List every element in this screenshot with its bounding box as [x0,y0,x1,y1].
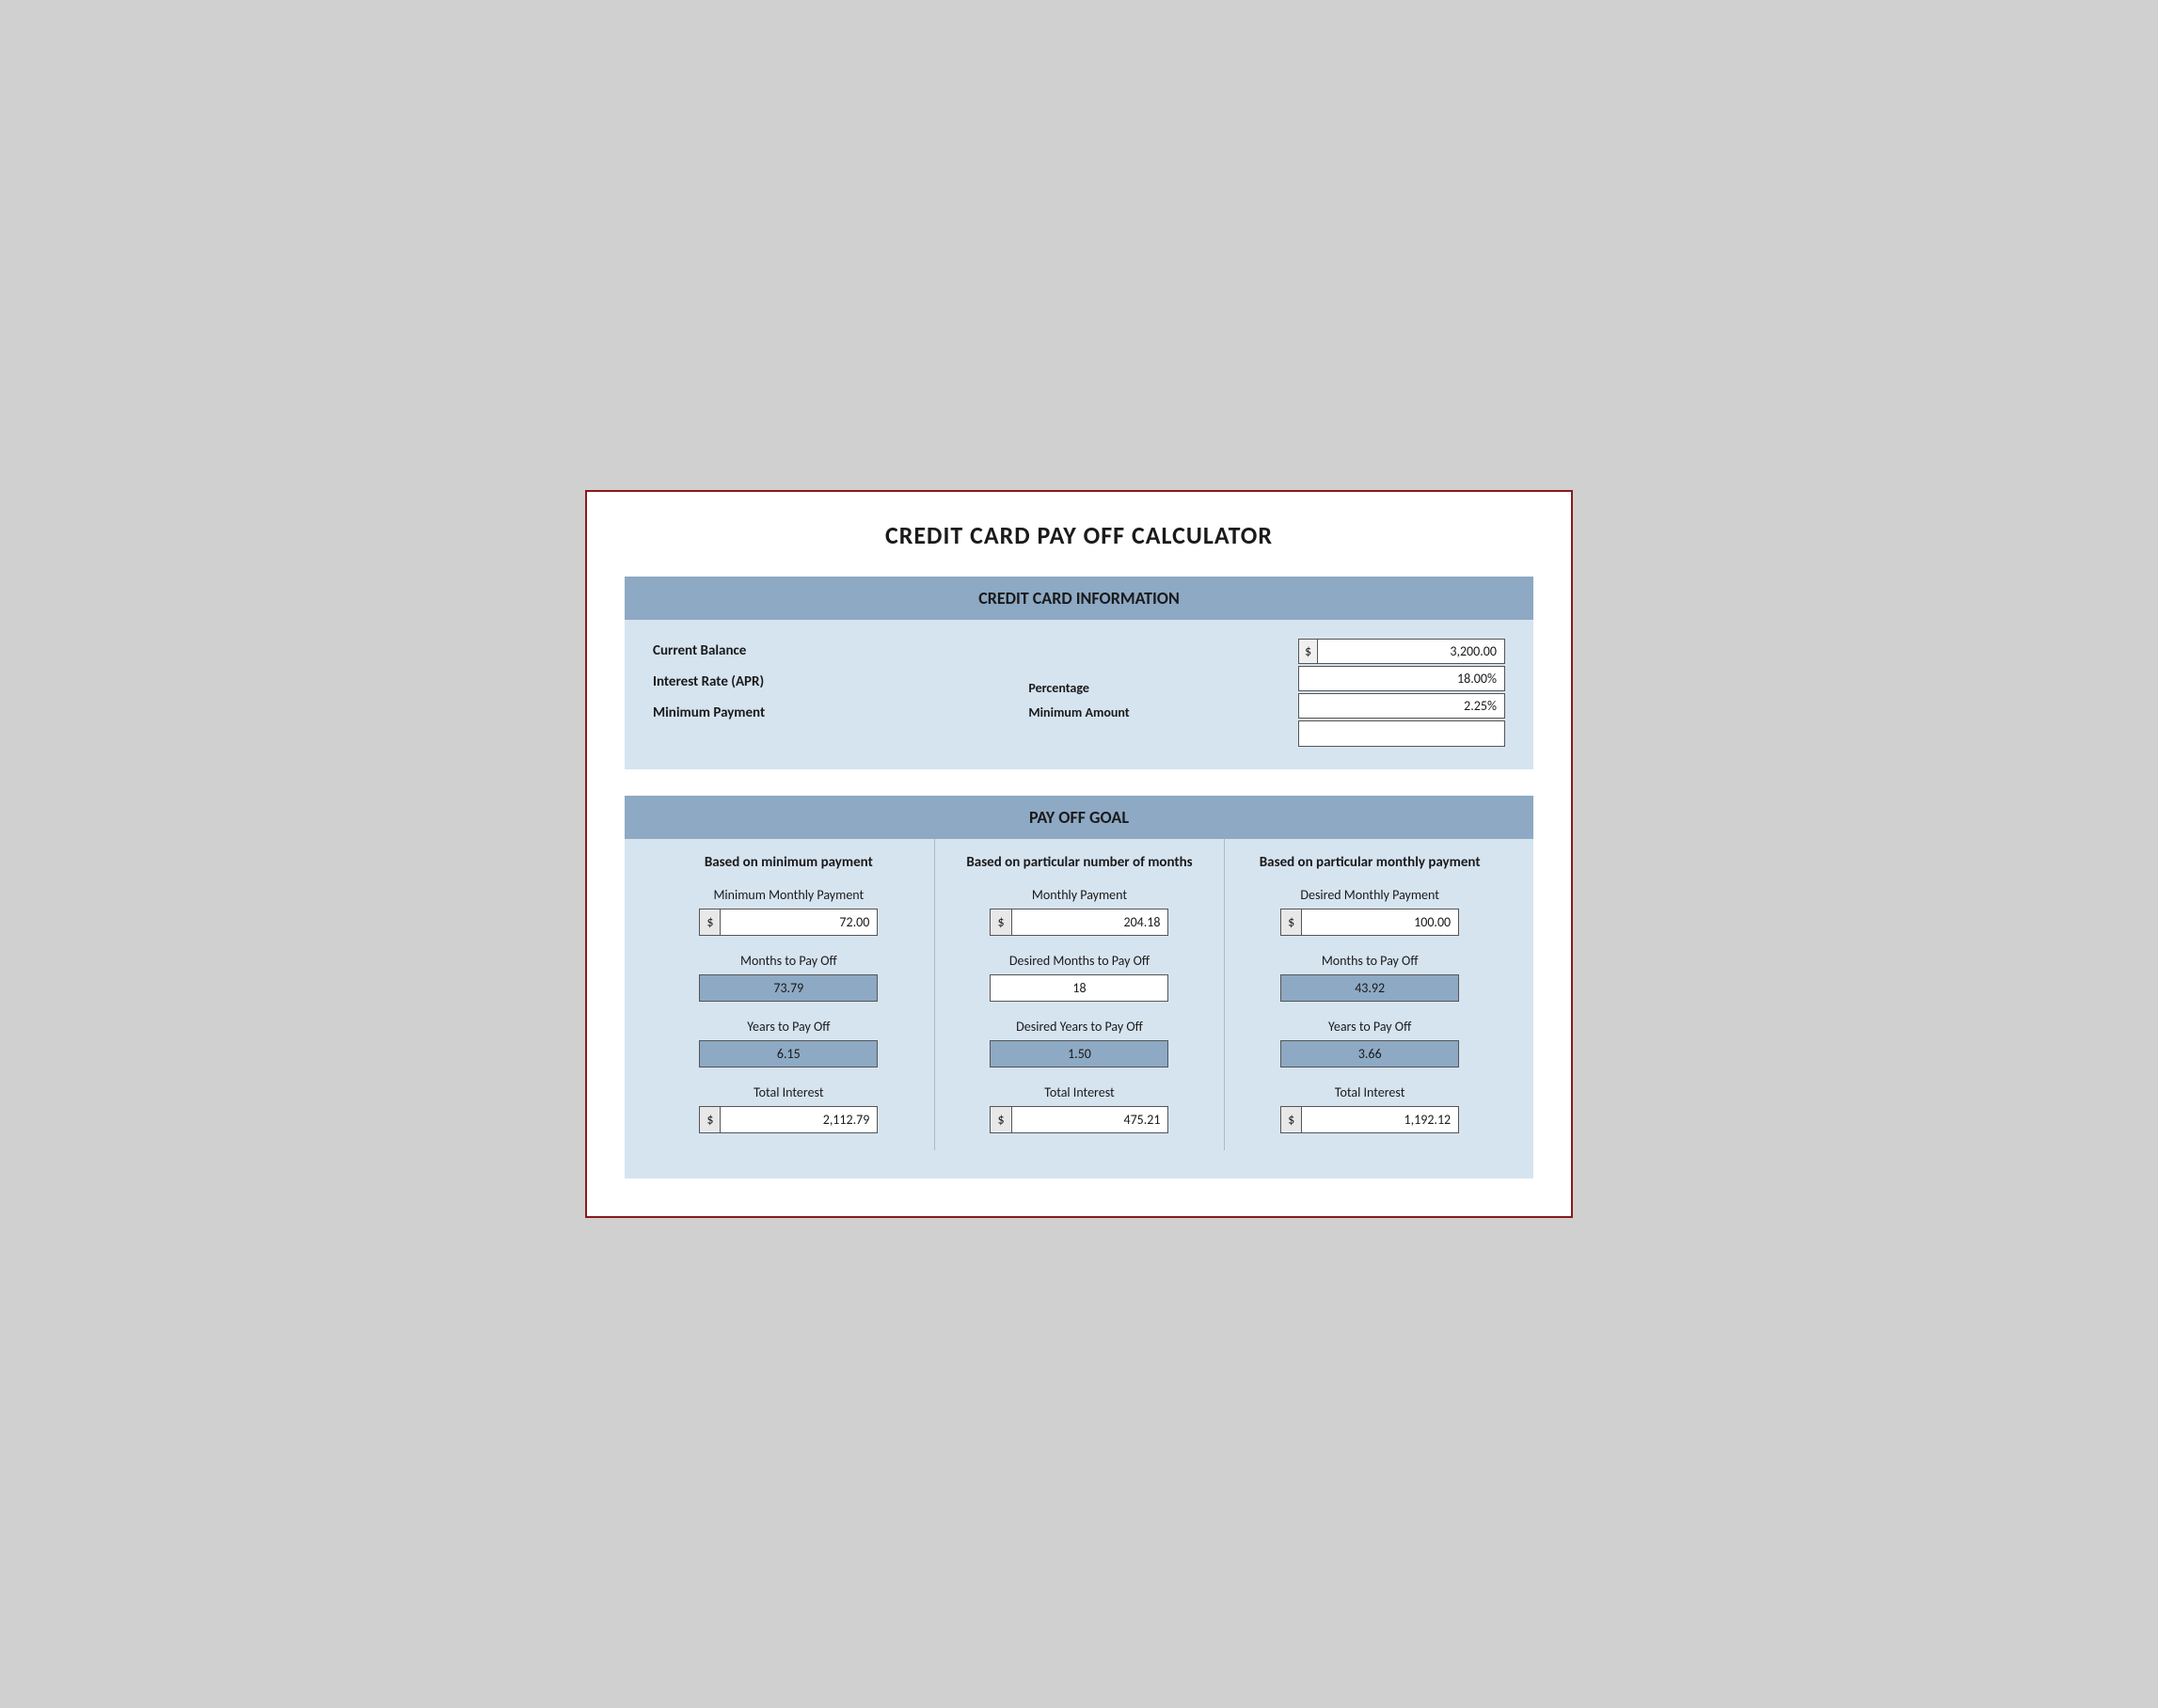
min-amount-input[interactable] [1298,720,1505,747]
cc-labels: Current Balance Interest Rate (APR) Mini… [653,639,860,726]
minimum-label: Minimum Payment [653,701,860,726]
cc-inputs: $ 3,200.00 18.00% 2.25% [1298,639,1505,747]
col3-value4: 1,192.12 [1302,1107,1458,1132]
col2-dollar4: $ [991,1107,1011,1132]
col2-value1: 204.18 [1012,909,1168,935]
col1-value3: 6.15 [699,1040,878,1068]
col3-label4: Total Interest [1335,1084,1405,1100]
cc-info-section: Current Balance Interest Rate (APR) Mini… [625,620,1533,769]
col1-label4: Total Interest [754,1084,824,1100]
col3-dollar1: $ [1281,909,1302,935]
balance-dollar-sign: $ [1299,640,1318,663]
col3-value1: 100.00 [1302,909,1458,935]
col3-label1: Desired Monthly Payment [1300,887,1439,903]
col2-label2: Desired Months to Pay Off [1009,953,1150,969]
col2-value4: 475.21 [1012,1107,1168,1132]
col2-label3: Desired Years to Pay Off [1016,1019,1143,1035]
col1-label1: Minimum Monthly Payment [713,887,864,903]
col1-value1: 72.00 [721,909,877,935]
payoff-section: Based on minimum payment Minimum Monthly… [625,839,1533,1179]
col3-dollar4: $ [1281,1107,1302,1132]
main-title: CREDIT CARD PAY OFF CALCULATOR [625,520,1533,550]
col3-value4-row[interactable]: $ 1,192.12 [1280,1106,1459,1133]
col3-header: Based on particular monthly payment [1260,854,1481,873]
payoff-grid: Based on minimum payment Minimum Monthly… [625,839,1533,1179]
col2-dollar1: $ [991,909,1011,935]
min-pct-input[interactable]: 2.25% [1298,693,1505,719]
col1-value4: 2,112.79 [721,1107,877,1132]
col1-dollar1: $ [700,909,721,935]
minimum-amount-label: Minimum Amount [1028,701,1129,726]
balance-label: Current Balance [653,639,860,664]
cc-middle: Percentage Minimum Amount [1028,639,1129,726]
col3-value3: 3.66 [1280,1040,1459,1068]
percentage-label: Percentage [1028,676,1129,702]
col3-label2: Months to Pay Off [1322,953,1419,969]
payoff-header: PAY OFF GOAL [625,796,1533,839]
payoff-col-3: Based on particular monthly payment Desi… [1224,839,1515,1151]
col1-header: Based on minimum payment [705,854,873,873]
col2-value1-row[interactable]: $ 204.18 [990,909,1168,936]
col1-value1-row[interactable]: $ 72.00 [699,909,878,936]
col1-value4-row[interactable]: $ 2,112.79 [699,1106,878,1133]
payoff-col-2: Based on particular number of months Mon… [934,839,1225,1151]
interest-label: Interest Rate (APR) [653,670,860,695]
col1-label2: Months to Pay Off [740,953,837,969]
cc-info-grid: Current Balance Interest Rate (APR) Mini… [653,639,1505,747]
col2-label1: Monthly Payment [1032,887,1127,903]
col3-label3: Years to Pay Off [1328,1019,1411,1035]
cc-info-header: CREDIT CARD INFORMATION [625,577,1533,620]
col1-label3: Years to Pay Off [747,1019,830,1035]
col2-header: Based on particular number of months [966,854,1192,873]
col2-value3: 1.50 [990,1040,1168,1068]
col3-value1-row[interactable]: $ 100.00 [1280,909,1459,936]
balance-value: 3,200.00 [1318,640,1504,663]
col3-value2: 43.92 [1280,974,1459,1002]
calculator-container: CREDIT CARD PAY OFF CALCULATOR CREDIT CA… [585,490,1573,1219]
balance-input-row[interactable]: $ 3,200.00 [1298,639,1505,664]
col1-value2: 73.79 [699,974,878,1002]
col1-dollar4: $ [700,1107,721,1132]
col2-label4: Total Interest [1044,1084,1115,1100]
col2-value2[interactable]: 18 [990,974,1168,1002]
payoff-col-1: Based on minimum payment Minimum Monthly… [643,839,934,1151]
col2-value4-row[interactable]: $ 475.21 [990,1106,1168,1133]
interest-input[interactable]: 18.00% [1298,666,1505,691]
